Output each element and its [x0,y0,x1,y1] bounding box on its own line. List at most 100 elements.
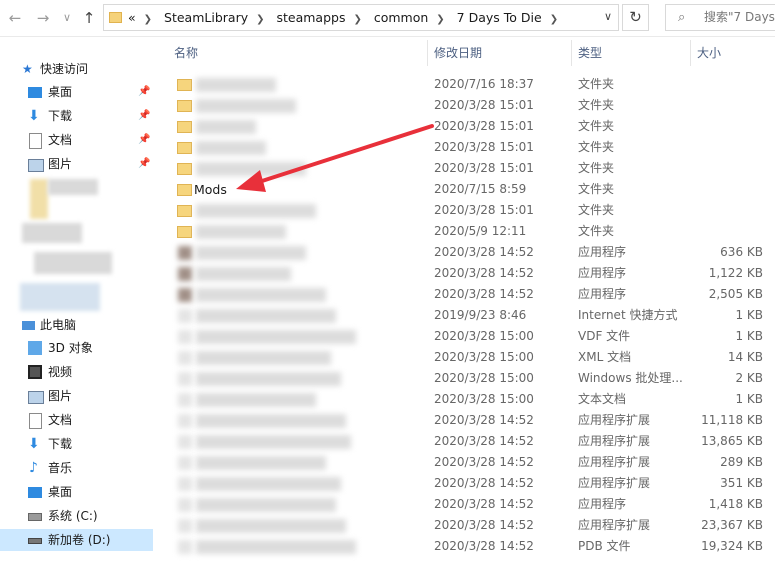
file-row[interactable]: 2020/3/28 14:52 应用程序 2,505 KB [160,284,775,305]
address-bar[interactable]: « ❯ SteamLibrary ❯ steamapps ❯ common ❯ 7 Da… [103,4,619,31]
file-row[interactable]: 2019/9/23 8:46 Internet 快捷方式 1 KB [160,305,775,326]
document-icon [29,413,42,429]
column-divider[interactable] [427,40,428,66]
refresh-button[interactable]: ↻ [622,4,649,31]
file-row[interactable]: 2020/3/28 15:01 文件夹 [160,116,775,137]
path-overflow-button[interactable]: « [128,5,136,30]
sidebar-item-downloads[interactable]: ⬇ 下载 📌 [0,105,157,127]
chevron-down-icon[interactable]: ∨ [604,10,612,23]
blurred-filename [196,246,306,260]
file-type: 文件夹 [578,224,615,238]
pin-icon[interactable]: 📌 [138,153,150,175]
file-row[interactable]: 2020/7/16 18:37 文件夹 [160,74,775,95]
file-row[interactable]: 2020/3/28 14:52 应用程序扩展 11,118 KB [160,410,775,431]
file-row[interactable]: 2020/5/9 12:11 文件夹 [160,221,775,242]
sidebar-this-pc[interactable]: 此电脑 [0,314,157,336]
up-arrow-icon[interactable]: ↑ [80,9,98,27]
file-row[interactable]: 2020/3/28 14:52 应用程序 1,122 KB [160,263,775,284]
pin-icon[interactable]: 📌 [138,81,150,103]
music-icon: ♪ [29,460,38,476]
file-row[interactable]: 2020/3/28 14:52 应用程序扩展 351 KB [160,473,775,494]
column-divider[interactable] [571,40,572,66]
file-row[interactable]: 2020/3/28 15:00 文本文档 1 KB [160,389,775,410]
blurred-filename [196,141,266,155]
blurred-label [22,223,82,243]
file-icon [178,456,192,470]
sidebar-item-label: 快速访问 [40,62,89,76]
blurred-label [20,283,100,311]
file-row[interactable]: Mods 2020/7/15 8:59 文件夹 [160,179,775,200]
pin-icon[interactable]: 📌 [138,105,150,127]
file-row[interactable]: 2020/3/28 14:52 PDB 文件 19,324 KB [160,536,775,557]
file-row[interactable]: 2020/3/28 15:01 文件夹 [160,137,775,158]
breadcrumb: « ❯ SteamLibrary ❯ steamapps ❯ common ❯ 7 Da… [128,5,566,30]
sidebar-item-label: 下载 [48,437,73,451]
file-size: 1 KB [735,392,763,406]
sidebar-item-desktop-pc[interactable]: 桌面 [0,481,157,503]
sidebar-item-documents[interactable]: 文档 📌 [0,129,157,151]
computer-icon [22,321,35,330]
file-icon [178,393,192,407]
breadcrumb-common[interactable]: common [374,5,428,30]
sidebar-item-drive-d[interactable]: 新加卷 (D:) [0,529,153,551]
file-row[interactable]: 2020/3/28 15:01 文件夹 [160,200,775,221]
sidebar-quick-access[interactable]: ★ 快速访问 [0,58,157,80]
sidebar-item-pictures-pc[interactable]: 图片 [0,385,157,407]
file-icon [178,435,192,449]
chevron-right-icon[interactable]: ❯ [436,7,444,32]
sidebar-item-system-c[interactable]: 系统 (C:) [0,505,157,527]
column-header-type[interactable]: 类型 [578,38,602,68]
file-row[interactable]: 2020/3/28 15:01 文件夹 [160,95,775,116]
chevron-right-icon[interactable]: ❯ [550,7,558,32]
file-size: 13,865 KB [701,434,763,448]
download-icon: ⬇ [28,108,40,124]
search-input[interactable]: ⌕ 搜索"7 Days [665,4,775,31]
sidebar-item-pictures[interactable]: 图片 📌 [0,153,157,175]
back-arrow-icon[interactable]: ← [6,9,24,27]
sidebar-item-videos[interactable]: 视频 [0,361,157,383]
file-type: 文件夹 [578,182,615,196]
sidebar-item-downloads-pc[interactable]: ⬇ 下载 [0,433,157,455]
column-header-date[interactable]: 修改日期 [434,38,482,68]
sidebar-item-3d-objects[interactable]: 3D 对象 [0,337,157,359]
sidebar-item-documents-pc[interactable]: 文档 [0,409,157,431]
file-row[interactable]: 2020/3/28 14:52 应用程序扩展 13,865 KB [160,431,775,452]
column-header-name[interactable]: 名称 [174,38,198,68]
file-size: 1 KB [735,329,763,343]
file-size: 1,122 KB [708,266,763,280]
file-type: 应用程序扩展 [578,413,651,427]
file-row[interactable]: 2020/3/28 14:52 应用程序 1,418 KB [160,494,775,515]
breadcrumb-steamlibrary[interactable]: SteamLibrary [164,5,248,30]
recent-locations-icon[interactable]: ∨ [58,9,76,27]
file-row[interactable]: 2020/3/28 15:00 XML 文档 14 KB [160,347,775,368]
file-row[interactable]: 2020/3/28 15:01 文件夹 [160,158,775,179]
sidebar-item-music[interactable]: ♪ 音乐 [0,457,157,479]
sidebar-item-desktop[interactable]: 桌面 📌 [0,81,157,103]
file-icon [178,288,192,302]
chevron-right-icon[interactable]: ❯ [353,7,361,32]
column-header-size[interactable]: 大小 [697,38,721,68]
video-icon [28,365,42,379]
chevron-right-icon[interactable]: ❯ [256,7,264,32]
blurred-filename [196,393,316,407]
file-row[interactable]: 2020/3/28 14:52 应用程序 636 KB [160,242,775,263]
file-date: 2020/3/28 14:52 [434,434,534,448]
file-date: 2020/7/15 8:59 [434,182,527,196]
forward-arrow-icon[interactable]: → [34,9,52,27]
file-row[interactable]: 2020/3/28 14:52 应用程序扩展 23,367 KB [160,515,775,536]
file-row[interactable]: 2020/3/28 14:52 应用程序扩展 289 KB [160,452,775,473]
breadcrumb-steamapps[interactable]: steamapps [276,5,345,30]
file-date: 2020/3/28 14:52 [434,476,534,490]
sidebar-item-label: 视频 [48,365,73,379]
file-date: 2020/3/28 15:01 [434,203,534,217]
file-row[interactable]: 2020/3/28 15:00 Windows 批处理... 2 KB [160,368,775,389]
breadcrumb-7-days-to-die[interactable]: 7 Days To Die [457,5,542,30]
file-icon [178,477,192,491]
file-type: 文件夹 [578,77,615,91]
sidebar-item-label: 新加卷 (D:) [48,533,111,547]
file-date: 2020/3/28 15:00 [434,350,534,364]
drive-icon [28,513,42,521]
file-row[interactable]: 2020/3/28 15:00 VDF 文件 1 KB [160,326,775,347]
column-divider[interactable] [690,40,691,66]
pin-icon[interactable]: 📌 [138,129,150,151]
